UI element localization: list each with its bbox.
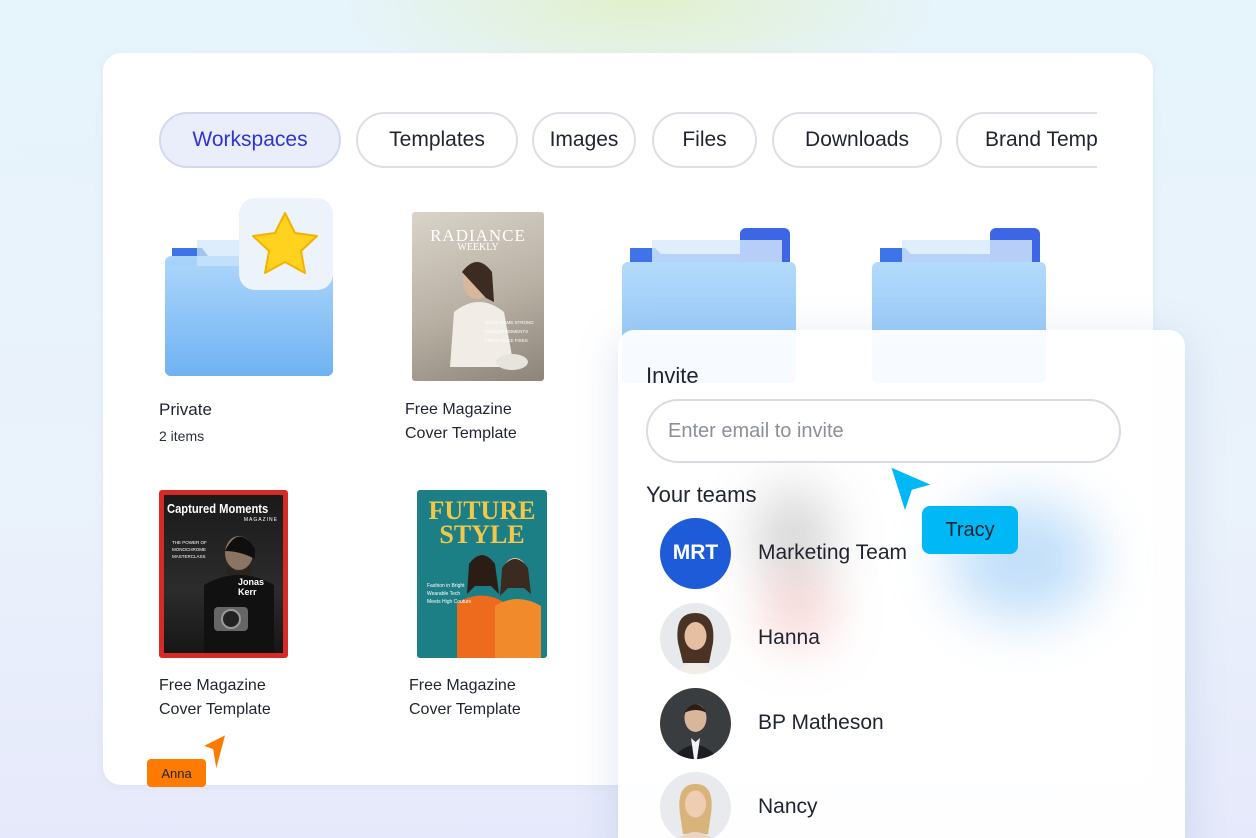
cover-line: Wearable Tech: [427, 591, 461, 597]
tab-brand-templates[interactable]: Brand Templates: [956, 112, 1097, 168]
anna-cursor-label: Anna: [147, 759, 206, 787]
tab-templates[interactable]: Templates: [356, 112, 518, 168]
member-item-nancy[interactable]: Nancy: [660, 771, 1080, 838]
cover-line: MAKEUP MOMENTS: [485, 329, 529, 334]
cover-line: Meets High Couture: [427, 599, 472, 605]
avatar: [660, 771, 731, 838]
member-name: BP Matheson: [758, 711, 884, 734]
cover-masthead: FUTURE STYLE: [428, 496, 536, 549]
cover-line: GLOW GAME STRONG: [485, 320, 534, 325]
member-item-hanna[interactable]: Hanna: [660, 602, 1080, 674]
tracy-cursor-label: Tracy: [922, 506, 1018, 554]
cover-name: Jonas Kerr: [238, 577, 265, 597]
cover-line: MONOCHROME: [172, 547, 206, 552]
tab-downloads[interactable]: Downloads: [772, 112, 942, 168]
captured-template-title: Free Magazine Cover Template: [159, 677, 271, 718]
tab-images[interactable]: Images: [532, 112, 636, 168]
private-folder-title: Private: [159, 400, 212, 419]
avatar: [660, 602, 731, 674]
private-folder-count: 2 items: [159, 428, 205, 444]
invite-panel: Invite Enter email to invite Your teams …: [618, 330, 1185, 838]
email-input[interactable]: Enter email to invite: [646, 399, 1121, 463]
tab-bar: Workspaces Templates Images Files Downlo…: [159, 110, 1097, 170]
cover-subtitle: MAGAZINE: [243, 517, 278, 523]
tab-workspaces[interactable]: Workspaces: [159, 112, 341, 168]
radiance-template-title: Free Magazine Cover Template: [405, 401, 517, 442]
cover-line: MASTERCLASS: [172, 554, 206, 559]
avatar: [660, 687, 731, 759]
captured-moments-cover-thumbnail[interactable]: Captured Moments MAGAZINE Jonas Kerr THE…: [159, 490, 288, 658]
future-style-cover-thumbnail[interactable]: FUTURE STYLE Fashion in Bright Wearable …: [417, 490, 547, 658]
cover-masthead: Captured Moments: [167, 501, 269, 516]
cover-line: THE POWER OF: [172, 540, 207, 545]
team-avatar: MRT: [660, 517, 731, 589]
member-item-bp-matheson[interactable]: BP Matheson: [660, 687, 1080, 759]
radiance-cover-thumbnail[interactable]: RADIANCE WEEKLY GLOW GAME STRONG MAKEUP …: [412, 212, 544, 381]
invite-title: Invite: [646, 363, 699, 388]
your-teams-title: Your teams: [646, 482, 757, 507]
model-photo: [450, 262, 528, 370]
star-folder-icon[interactable]: [163, 198, 338, 378]
tab-files[interactable]: Files: [652, 112, 757, 168]
cover-line: Fashion in Bright: [427, 583, 465, 589]
member-name: Marketing Team: [758, 541, 908, 564]
future-template-title: Free Magazine Cover Template: [409, 677, 521, 718]
cover-line: FRESH-FACE FIXES: [485, 338, 528, 343]
member-name: Hanna: [758, 626, 820, 649]
member-name: Nancy: [758, 795, 818, 818]
